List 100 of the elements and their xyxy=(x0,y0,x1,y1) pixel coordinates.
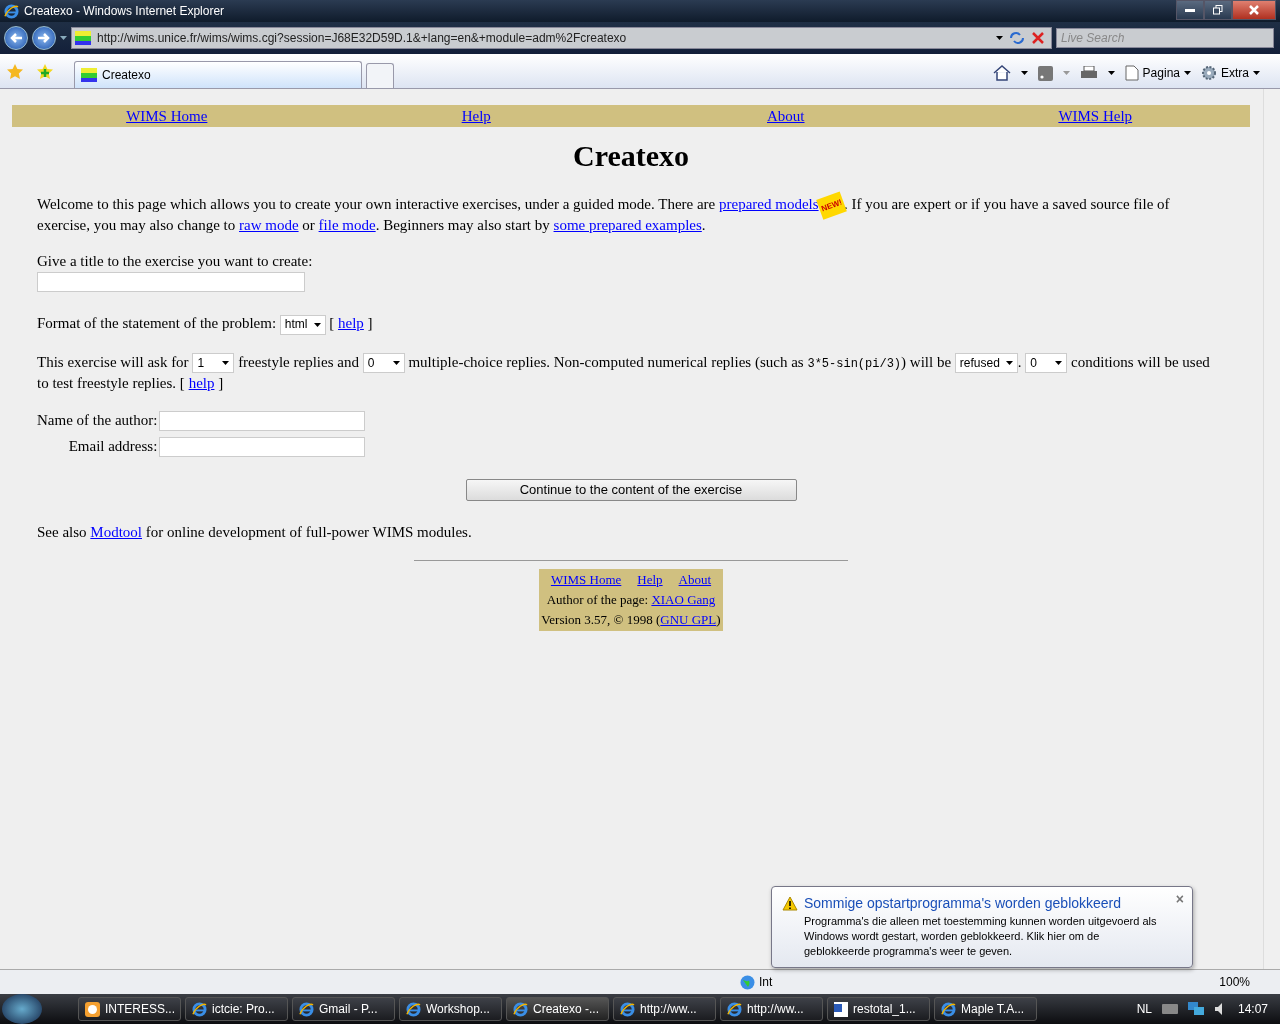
ie-icon xyxy=(192,1001,207,1017)
printer-icon[interactable] xyxy=(1079,65,1098,81)
footer-link[interactable]: Help xyxy=(637,571,663,588)
nav-link[interactable]: WIMS Home xyxy=(126,107,208,125)
field-label: Email address: xyxy=(67,438,158,456)
nav-link[interactable]: Help xyxy=(461,107,491,125)
refresh-icon[interactable] xyxy=(1009,31,1025,45)
link[interactable]: Modtool xyxy=(90,523,142,540)
warning-icon xyxy=(782,895,798,911)
caret-icon xyxy=(1062,71,1070,75)
start-button[interactable] xyxy=(2,994,42,1024)
taskbar-button[interactable]: Createxo -... xyxy=(506,997,609,1021)
keyboard-icon[interactable] xyxy=(1161,1004,1178,1014)
taskbar-button[interactable]: Gmail - P... xyxy=(292,997,395,1021)
ie-icon xyxy=(727,1001,742,1017)
new-tab-button[interactable] xyxy=(366,63,394,88)
ie-icon xyxy=(620,1001,635,1017)
dropdown[interactable]: 0 xyxy=(1025,353,1068,374)
title-label: Give a title to the exercise you want to create: xyxy=(37,253,314,270)
caret-icon xyxy=(996,36,1003,40)
link[interactable]: XIAO Gang xyxy=(651,591,716,607)
restore-icon xyxy=(1213,5,1223,15)
close-icon xyxy=(1249,5,1259,15)
caret-icon xyxy=(392,361,400,366)
caret-icon xyxy=(60,36,67,40)
caret-icon xyxy=(1253,71,1260,75)
close-button[interactable] xyxy=(1232,0,1276,20)
link[interactable]: file mode xyxy=(318,217,376,233)
notification-title: Sommige opstartprogramma's worden geblokkeerd xyxy=(804,895,1122,911)
close-button[interactable]: × xyxy=(1175,891,1184,907)
nav-link[interactable]: About xyxy=(767,107,805,125)
minimize-button[interactable] xyxy=(1176,0,1204,20)
clock: 14:07 xyxy=(1237,1002,1268,1016)
link[interactable]: some prepared examples xyxy=(553,217,702,233)
arrow-left-icon xyxy=(10,33,22,43)
page-heading: Createxo xyxy=(571,139,691,173)
link[interactable]: help xyxy=(338,315,364,331)
globe-icon xyxy=(740,974,755,990)
restore-button[interactable] xyxy=(1204,0,1232,20)
taskbar-button[interactable]: restotal_1... xyxy=(827,997,930,1021)
language-indicator[interactable]: NL xyxy=(1136,1002,1152,1016)
ie-icon xyxy=(513,1001,528,1017)
taskbar-button[interactable]: http://ww... xyxy=(720,997,823,1021)
search-field[interactable]: Live Search xyxy=(1056,28,1274,48)
gear-icon xyxy=(1201,65,1217,81)
ie-icon xyxy=(941,1001,956,1017)
address-field[interactable]: http://wims.unice.fr/wims/wims.cgi?session=J68E32D59D.1&+lang=en&+module=adm%2Fcreatexo xyxy=(71,27,1052,49)
taskbar-button[interactable]: Maple T.A... xyxy=(934,997,1037,1021)
title-field[interactable] xyxy=(37,272,305,292)
taskbar-button[interactable]: ictcie: Pro... xyxy=(185,997,288,1021)
taskbar-button[interactable]: INTERESS... xyxy=(78,997,181,1021)
wims-logo-icon xyxy=(75,31,91,45)
field-label: Name of the author: xyxy=(37,412,158,430)
notification-balloon[interactable] xyxy=(771,886,1193,968)
link[interactable]: raw mode xyxy=(239,217,299,233)
window-title: Createxo - Windows Internet Explorer xyxy=(24,4,226,18)
star-icon[interactable] xyxy=(6,63,24,81)
caret-icon xyxy=(222,361,230,366)
dropdown[interactable]: 0 xyxy=(362,353,405,374)
page-icon xyxy=(1124,65,1139,81)
zoom-level[interactable]: 100% xyxy=(1219,975,1250,989)
stop-icon[interactable] xyxy=(1031,32,1045,44)
link[interactable]: GNU GPL xyxy=(660,611,717,627)
document-icon xyxy=(834,1001,848,1017)
zone-text: Int xyxy=(759,975,773,989)
dropdown[interactable]: 1 xyxy=(192,353,235,374)
caret-icon xyxy=(1184,71,1191,75)
command-menu[interactable]: Extra xyxy=(1201,65,1260,81)
taskbar-button[interactable]: Workshop... xyxy=(399,997,502,1021)
input-field[interactable] xyxy=(159,436,366,457)
caret-icon xyxy=(1055,361,1063,366)
footer-link[interactable]: About xyxy=(678,571,712,588)
browser-tab[interactable]: Createxo xyxy=(74,61,362,88)
see-also-text: See also Modtool for online development of full-power WIMS modules. xyxy=(37,522,473,542)
version-text: Version 3.57, © 1998 (GNU GPL) xyxy=(541,610,721,628)
arrow-right-icon xyxy=(38,33,50,43)
home-icon[interactable] xyxy=(992,65,1011,81)
ie-icon xyxy=(406,1001,421,1017)
footer-link[interactable]: WIMS Home xyxy=(550,571,622,588)
format-text: Format of the statement of the problem: html [ help ] xyxy=(37,314,1225,335)
continue-button[interactable]: Continue to the content of the exercise xyxy=(465,478,797,501)
nav-link[interactable]: WIMS Help xyxy=(1058,107,1133,125)
taskbar-button[interactable]: http://ww... xyxy=(613,997,716,1021)
dropdown[interactable]: html xyxy=(279,314,326,335)
ie-icon xyxy=(4,3,19,19)
back-button[interactable] xyxy=(4,26,28,50)
network-icon[interactable] xyxy=(1187,1002,1204,1016)
caret-icon xyxy=(1020,71,1028,75)
forward-button[interactable] xyxy=(32,26,56,50)
minimize-icon xyxy=(1185,8,1195,12)
notification-text: Programma's die alleen met toestemming kunnen worden uitgevoerd als Windows wordt gestart, worden geblokkeerd. Klik hier om de geblokkeerde programma's weer te geven. xyxy=(803,914,1158,959)
wims-logo-icon xyxy=(81,68,97,82)
command-menu[interactable]: Pagina xyxy=(1124,65,1191,81)
input-field[interactable] xyxy=(159,410,366,431)
mail-icon xyxy=(85,1001,100,1017)
link[interactable]: help xyxy=(188,374,215,391)
dropdown[interactable]: refused xyxy=(954,353,1018,374)
caret-icon xyxy=(313,322,321,327)
add-favorite-icon[interactable] xyxy=(36,63,54,81)
caret-icon xyxy=(1107,71,1115,75)
